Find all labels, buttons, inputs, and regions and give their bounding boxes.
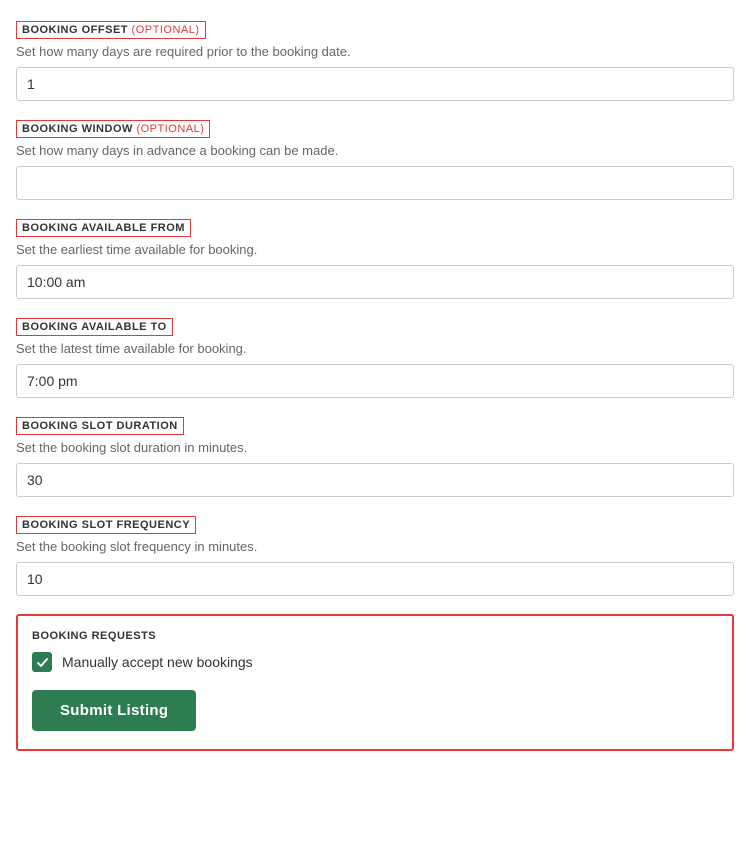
label-booking-available-to: BOOKING AVAILABLE TO (16, 318, 173, 336)
field-block-booking-slot-frequency: BOOKING SLOT FREQUENCY Set the booking sl… (16, 515, 734, 596)
label-booking-slot-duration: BOOKING SLOT DURATION (16, 417, 184, 435)
label-booking-offset: BOOKING OFFSET (OPTIONAL) (16, 21, 206, 39)
field-block-booking-window: BOOKING WINDOW (OPTIONAL) Set how many da… (16, 119, 734, 200)
input-booking-slot-duration[interactable] (16, 463, 734, 497)
description-booking-window: Set how many days in advance a booking c… (16, 143, 734, 158)
input-booking-offset[interactable] (16, 67, 734, 101)
label-booking-available-from: BOOKING AVAILABLE FROM (16, 219, 191, 237)
checkbox-row: Manually accept new bookings (32, 652, 718, 672)
description-booking-available-to: Set the latest time available for bookin… (16, 341, 734, 356)
label-booking-slot-frequency: BOOKING SLOT FREQUENCY (16, 516, 196, 534)
optional-text-booking-offset: (OPTIONAL) (128, 24, 200, 36)
description-booking-offset: Set how many days are required prior to … (16, 44, 734, 59)
checkbox-label: Manually accept new bookings (62, 654, 253, 670)
field-block-booking-available-to: BOOKING AVAILABLE TO Set the latest time … (16, 317, 734, 398)
input-booking-window[interactable] (16, 166, 734, 200)
manually-accept-checkbox[interactable] (32, 652, 52, 672)
label-booking-window: BOOKING WINDOW (OPTIONAL) (16, 120, 210, 138)
description-booking-available-from: Set the earliest time available for book… (16, 242, 734, 257)
booking-requests-title: BOOKING REQUESTS (32, 630, 718, 642)
optional-text-booking-window: (OPTIONAL) (133, 123, 205, 135)
field-block-booking-offset: BOOKING OFFSET (OPTIONAL) Set how many da… (16, 20, 734, 101)
description-booking-slot-duration: Set the booking slot duration in minutes… (16, 440, 734, 455)
input-booking-slot-frequency[interactable] (16, 562, 734, 596)
field-block-booking-available-from: BOOKING AVAILABLE FROM Set the earliest t… (16, 218, 734, 299)
input-booking-available-from[interactable] (16, 265, 734, 299)
submit-listing-button[interactable]: Submit Listing (32, 690, 196, 731)
field-block-booking-slot-duration: BOOKING SLOT DURATION Set the booking slo… (16, 416, 734, 497)
description-booking-slot-frequency: Set the booking slot frequency in minute… (16, 539, 734, 554)
booking-requests-block: BOOKING REQUESTS Manually accept new boo… (16, 614, 734, 751)
input-booking-available-to[interactable] (16, 364, 734, 398)
